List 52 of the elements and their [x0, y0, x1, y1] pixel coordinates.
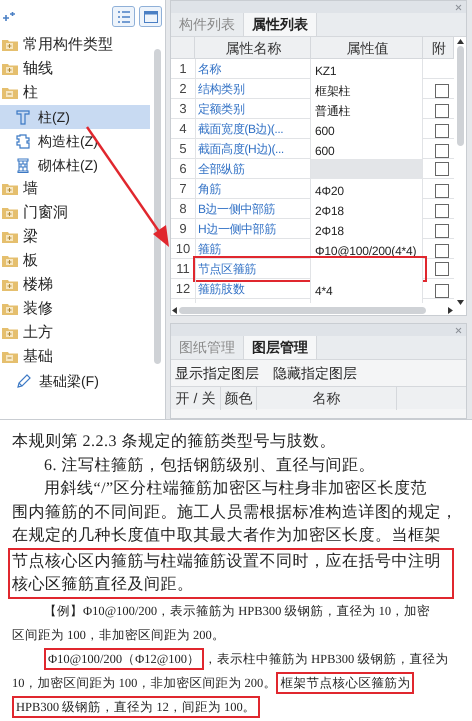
text-line: 【例】Φ10@100/200，表示箍筋为 HPB300 级钢筋，直径为 10，加密 [44, 604, 430, 618]
row-number: 7 [178, 180, 188, 198]
row-number: 3 [178, 100, 188, 118]
column-header: 开 / 关 [171, 387, 221, 410]
tree-item[interactable]: 墙 [0, 177, 150, 201]
table-row[interactable]: 12 箍筋肢数 4*4 [171, 279, 454, 299]
row-number: 11 [175, 260, 191, 278]
toolbar-button[interactable]: 隐藏指定图层 [273, 362, 357, 384]
row-number: 12 [174, 280, 192, 298]
tree-item[interactable]: 基础 [0, 345, 150, 369]
text-line: 区间距为 100，非加密区间距为 200。 [12, 628, 225, 642]
row-number: 5 [178, 140, 188, 158]
boxed-text: HPB300 级钢筋，直径为 12，间距为 100。 [12, 696, 260, 718]
tree-item[interactable]: 柱(Z) [0, 105, 150, 129]
text-line: 围内箍筋的不同间距。施工人员需根据标准构造详图的规定， [12, 504, 458, 520]
tree-item[interactable]: 楼梯 [0, 273, 150, 297]
text-line: 用斜线“/”区分柱端箍筋加密区与柱身非加密区长度范 [44, 480, 428, 497]
row-number: 8 [178, 200, 188, 218]
text-line: 6. 注写柱箍筋，包括钢筋级别、直径与间距。 [44, 456, 375, 474]
tree-item[interactable]: 常用构件类型 [0, 33, 150, 57]
row-number: 10 [174, 240, 192, 258]
row-number: 2 [178, 80, 188, 98]
text-line: 10，加密区间距为 100，非加密区间距为 200。 [12, 676, 276, 690]
row-number: 4 [178, 120, 188, 138]
column-header: 颜色 [221, 387, 257, 410]
tree-item[interactable]: 装修 [0, 297, 150, 321]
tree-item[interactable]: 土方 [0, 321, 150, 345]
column-header: 名称 [257, 387, 397, 410]
property-value[interactable]: 4*4 [311, 279, 423, 303]
row-number: 1 [178, 60, 188, 78]
column-header: 属性名称 [195, 37, 311, 58]
text-line: 在规定的几种长度值中取其最大者作为加密区长度。当框架 [12, 527, 441, 544]
row-number: 9 [178, 220, 188, 238]
text-line: ，表示柱中箍筋为 HPB300 级钢筋，直径为 [204, 652, 448, 666]
tree-item[interactable]: 基础梁(F) [0, 369, 150, 393]
column-header: 属性值 [311, 37, 423, 58]
boxed-text: Φ10@100/200（Φ12@100） [44, 648, 204, 670]
table-row[interactable]: 6 全部纵筋 [171, 159, 454, 179]
text-line: 本规则第 2.2.3 条规定的箍筋类型号与肢数。 [12, 433, 336, 450]
tree-item[interactable]: 板 [0, 249, 150, 273]
panel-tab[interactable]: 图层管理 [243, 336, 317, 359]
text-line: 节点核心区内箍筋与柱端箍筋设置不同时，应在括号中注明 [12, 552, 442, 572]
text-line: 核心区箍筋直径及间距。 [12, 574, 194, 595]
toolbar-button[interactable]: 显示指定图层 [175, 362, 259, 384]
tree-item[interactable]: 轴线 [0, 57, 150, 81]
tree-item[interactable]: 砌体柱(Z) [0, 153, 150, 177]
tree-item[interactable]: 柱 [0, 81, 150, 105]
tree-item[interactable]: 梁 [0, 225, 150, 249]
boxed-text: 框架节点核心区箍筋为 [276, 672, 414, 694]
tree-item[interactable]: 门窗洞 [0, 201, 150, 225]
row-number: 6 [178, 160, 188, 178]
panel-tab[interactable]: 属性列表 [243, 13, 317, 36]
